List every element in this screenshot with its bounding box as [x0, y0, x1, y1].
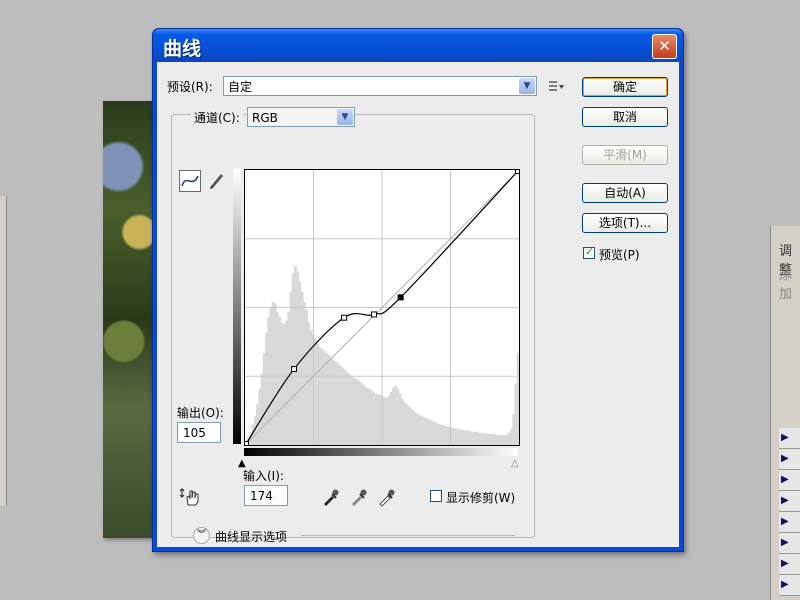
chevron-down-icon: ▼ — [519, 78, 535, 94]
curves-dialog: 曲线 ✕ 预设(R): 自定 ▼ 确定 取消 平滑(M) 自动(A) 选项(T)… — [152, 28, 684, 552]
pencil-icon[interactable] — [207, 170, 229, 192]
curve-point-tool-icon[interactable] — [179, 170, 201, 192]
close-icon: ✕ — [658, 37, 671, 55]
show-clipping-label: 显示修剪(W) — [446, 491, 516, 505]
curve-point-selected — [397, 294, 404, 301]
chevron-down-icon: ▼ — [337, 109, 353, 125]
gray-eyedropper-icon[interactable] — [349, 487, 371, 509]
right-panel-arrow[interactable]: ▶ — [779, 449, 800, 470]
output-gradient-bar — [233, 169, 241, 444]
show-clipping-checkbox[interactable] — [430, 490, 442, 502]
smooth-button[interactable]: 平滑(M) — [582, 145, 668, 165]
background-panel-left — [0, 196, 7, 506]
output-field[interactable]: 105 — [177, 422, 221, 443]
curve-graph[interactable] — [243, 168, 521, 447]
channel-select[interactable]: RGB ▼ — [247, 107, 355, 127]
auto-button[interactable]: 自动(A) — [582, 183, 668, 203]
background-photo — [103, 101, 155, 538]
curve-point — [291, 366, 297, 373]
white-point-slider-icon[interactable]: △ — [511, 458, 519, 469]
black-eyedropper-icon[interactable] — [321, 487, 343, 509]
right-panel-arrow[interactable]: ▶ — [779, 470, 800, 491]
input-label: 输入(I): — [243, 469, 284, 483]
dialog-title-bar[interactable]: 曲线 ✕ — [153, 29, 683, 62]
output-label: 输出(O): — [177, 406, 224, 420]
cancel-button[interactable]: 取消 — [582, 107, 668, 127]
preset-select[interactable]: 自定 ▼ — [223, 76, 537, 96]
curve-point — [515, 168, 521, 174]
curve-point — [341, 314, 348, 321]
dialog-title: 曲线 — [163, 38, 202, 60]
input-gradient-bar — [244, 448, 518, 456]
curve-point — [243, 441, 249, 447]
background-panel-right: 调整 添加 ▶ ▶ ▶ ▶ ▶ ▶ ▶ ▶ — [770, 226, 800, 600]
input-field[interactable]: 174 — [244, 485, 288, 506]
curve-graph-svg — [243, 168, 521, 447]
right-panel-arrow[interactable]: ▶ — [779, 512, 800, 533]
preview-checkbox[interactable] — [583, 245, 595, 259]
channel-value: RGB — [252, 111, 278, 125]
right-panel-arrow[interactable]: ▶ — [779, 533, 800, 554]
options-divider — [301, 535, 515, 536]
preview-label: 预览(P) — [599, 248, 640, 262]
close-button[interactable]: ✕ — [652, 34, 677, 59]
right-panel-arrow[interactable]: ▶ — [779, 554, 800, 575]
right-panel-label-add: 添加 — [779, 268, 793, 302]
right-panel-arrow[interactable]: ▶ — [779, 575, 800, 596]
channel-label: 通道(C): — [191, 109, 243, 126]
options-button[interactable]: 选项(T)... — [582, 213, 668, 233]
right-panel-arrow-list: ▶ ▶ ▶ ▶ ▶ ▶ ▶ ▶ — [779, 428, 800, 596]
on-image-adjust-hand-icon[interactable] — [179, 487, 201, 509]
curve-display-options-label: 曲线显示选项 — [215, 530, 288, 544]
right-panel-arrow[interactable]: ▶ — [779, 491, 800, 512]
dialog-body: 预设(R): 自定 ▼ 确定 取消 平滑(M) 自动(A) 选项(T)... 预… — [157, 62, 679, 547]
expand-options-icon[interactable]: ︾ — [193, 527, 210, 544]
white-eyedropper-icon[interactable] — [377, 487, 399, 509]
curve-point — [371, 311, 377, 318]
preset-label: 预设(R): — [167, 80, 213, 94]
ok-button[interactable]: 确定 — [582, 77, 668, 97]
histogram-bar — [516, 353, 520, 445]
right-panel-arrow[interactable]: ▶ — [779, 428, 800, 449]
preset-options-menu-icon[interactable] — [547, 78, 569, 100]
preset-value: 自定 — [228, 80, 253, 94]
